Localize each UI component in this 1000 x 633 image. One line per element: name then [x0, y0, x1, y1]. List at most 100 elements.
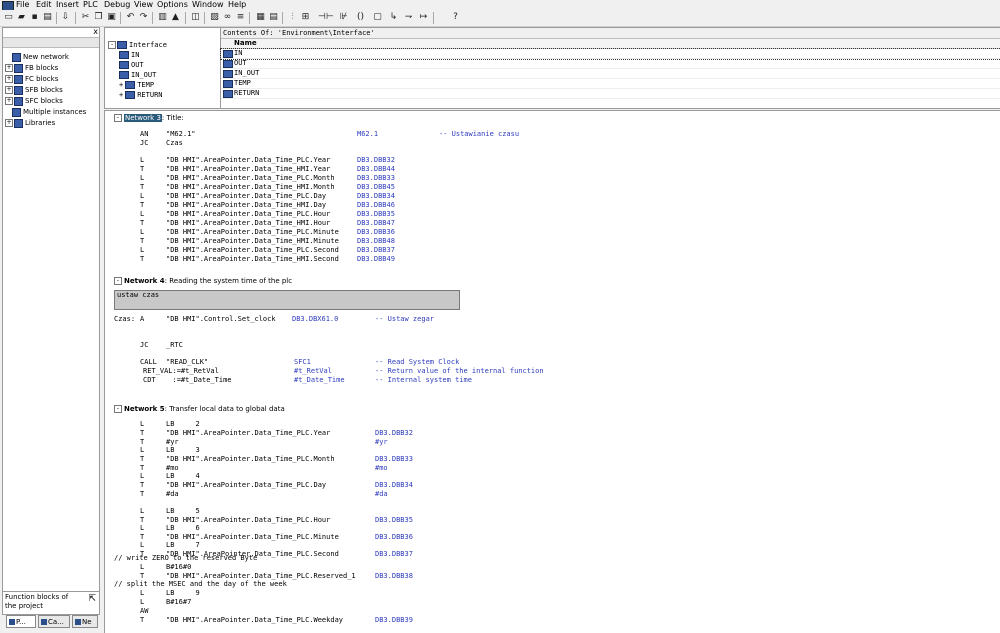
expand-icon[interactable]: +	[5, 119, 13, 127]
code-arg: "DB HMI".AreaPointer.Data_Time_PLC.Minut…	[166, 228, 339, 236]
interface-item-temp[interactable]: + TEMP	[119, 81, 154, 90]
code-op: T	[140, 455, 145, 463]
tree-item-new-network[interactable]: New network	[5, 52, 69, 62]
expand-icon[interactable]: +	[5, 64, 13, 72]
redo-icon[interactable]: ↷	[138, 12, 149, 23]
collapse-icon[interactable]: -	[108, 41, 116, 49]
print-icon[interactable]: ▤	[42, 12, 53, 23]
menu-edit[interactable]: Edit	[36, 0, 52, 10]
code-comment-line: // split the MSEC and the day of the wee…	[114, 580, 287, 588]
coil-icon[interactable]: ()	[355, 12, 366, 23]
table-row[interactable]: OUT	[221, 59, 1000, 69]
fbd-icon[interactable]: ▤	[268, 12, 279, 23]
network-3-header[interactable]: - Network 3: Title:	[114, 114, 184, 123]
menu-insert[interactable]: Insert	[56, 0, 79, 10]
interface-item-in[interactable]: IN	[119, 51, 139, 60]
download-icon[interactable]: ⇩	[60, 12, 71, 23]
save-icon[interactable]: ▪	[29, 12, 40, 23]
menu-view[interactable]: View	[134, 0, 153, 10]
cut-icon[interactable]: ✂	[80, 12, 91, 23]
interface-root[interactable]: - Interface	[108, 41, 167, 50]
help-icon[interactable]: ?	[450, 12, 461, 23]
expand-icon[interactable]: +	[119, 81, 123, 89]
table-row[interactable]: TEMP	[221, 79, 1000, 89]
stl-editor[interactable]: - Network 3: Title: - Network 4: Reading t…	[104, 110, 1000, 633]
code-op: L	[140, 524, 145, 532]
tab-icon	[41, 619, 47, 625]
expand-icon[interactable]: +	[5, 97, 13, 105]
table-row[interactable]: RETURN	[221, 89, 1000, 99]
interface-item-in-out[interactable]: IN_OUT	[119, 71, 156, 80]
contact-nc-icon[interactable]: ⊮	[338, 12, 349, 23]
code-arg: LB 6	[166, 524, 200, 532]
undo-icon[interactable]: ↶	[125, 12, 136, 23]
collapse-icon[interactable]: -	[114, 405, 122, 413]
expand-icon[interactable]: +	[119, 91, 123, 99]
open-icon[interactable]: ▰	[16, 12, 27, 23]
code-op: T	[140, 183, 145, 191]
menu-options[interactable]: Options	[157, 0, 188, 10]
new-icon[interactable]: ▭	[3, 12, 14, 23]
network-title: : Transfer local data to global data	[164, 405, 285, 413]
monitor-icon[interactable]: ◫	[190, 12, 201, 23]
expand-icon[interactable]: +	[5, 75, 13, 83]
code-arg: "DB HMI".AreaPointer.Data_Time_PLC.Year	[166, 429, 331, 437]
menu-plc[interactable]: PLC	[83, 0, 98, 10]
network-5-header[interactable]: - Network 5: Transfer local data to globa…	[114, 405, 285, 414]
collapse-icon[interactable]: -	[114, 277, 122, 285]
code-address: DB3.DBB32	[375, 429, 413, 437]
tab-label: Ne	[82, 618, 92, 626]
network-icon[interactable]: ⫶	[287, 12, 298, 23]
branch-icon[interactable]: ⊞	[300, 12, 311, 23]
copy-icon[interactable]: ❐	[93, 12, 104, 23]
close-branch-icon[interactable]: ⇁	[403, 12, 414, 23]
code-op: L	[140, 228, 145, 236]
parameter-icon	[119, 51, 129, 59]
load-icon[interactable]: ▲	[170, 12, 181, 23]
tree-item-fb-blocks[interactable]: + FB blocks	[5, 63, 58, 73]
paste-icon[interactable]: ▣	[106, 12, 117, 23]
tree-item-libraries[interactable]: + Libraries	[5, 118, 55, 128]
code-param: CDT :=#t_Date_Time	[143, 376, 232, 384]
dock-icon[interactable]: ⇱	[88, 594, 96, 604]
tree-item-sfc-blocks[interactable]: + SFC blocks	[5, 96, 63, 106]
catalog-icon[interactable]: ▥	[157, 12, 168, 23]
interface-item-return[interactable]: + RETURN	[119, 91, 163, 100]
menu-file[interactable]: File	[16, 0, 29, 10]
menu-debug[interactable]: Debug	[104, 0, 130, 10]
overview-icon[interactable]: ≡	[235, 12, 246, 23]
expand-icon[interactable]: +	[5, 86, 13, 94]
tree-item-multiple-instances[interactable]: Multiple instances	[5, 107, 86, 117]
code-arg: "DB HMI".AreaPointer.Data_Time_PLC.Reser…	[166, 572, 356, 580]
tab-call-structure[interactable]: Ca...	[38, 615, 70, 628]
connection-icon[interactable]: ↦	[418, 12, 429, 23]
open-branch-icon[interactable]: ↳	[388, 12, 399, 23]
interface-item-out[interactable]: OUT	[119, 61, 144, 70]
collapse-icon[interactable]: -	[114, 114, 122, 122]
tab-network[interactable]: Ne	[72, 615, 98, 628]
table-row[interactable]: IN	[220, 48, 1000, 60]
close-icon[interactable]: x	[93, 28, 98, 36]
tab-label: Ca...	[48, 618, 64, 626]
contact-no-icon[interactable]: ⊣⊢	[318, 12, 334, 23]
menu-help[interactable]: Help	[228, 0, 246, 10]
glasses-icon[interactable]: ∞	[222, 12, 233, 23]
box-icon[interactable]: ▢	[372, 12, 383, 23]
network-comment[interactable]: ustaw czas	[114, 290, 460, 310]
toolbar-separator	[120, 12, 121, 24]
tree-item-fc-blocks[interactable]: + FC blocks	[5, 74, 58, 84]
lad-icon[interactable]: ▦	[255, 12, 266, 23]
tab-program-elements[interactable]: P...	[6, 615, 36, 628]
tab-icon	[75, 619, 81, 625]
table-row[interactable]: IN_OUT	[221, 69, 1000, 79]
column-header-name[interactable]: Name	[221, 39, 1000, 49]
code-op: T	[140, 165, 145, 173]
network-4-header[interactable]: - Network 4: Reading the system time of t…	[114, 277, 292, 286]
contents-pane: Contents Of: 'Environment\Interface' Nam…	[220, 27, 1000, 109]
code-address: DB3.DBB32	[357, 156, 395, 164]
menu-window[interactable]: Window	[192, 0, 224, 10]
display-icon[interactable]: ▨	[209, 12, 220, 23]
code-address: SFC1	[294, 358, 311, 366]
code-op: T	[140, 550, 145, 558]
tree-item-sfb-blocks[interactable]: + SFB blocks	[5, 85, 63, 95]
